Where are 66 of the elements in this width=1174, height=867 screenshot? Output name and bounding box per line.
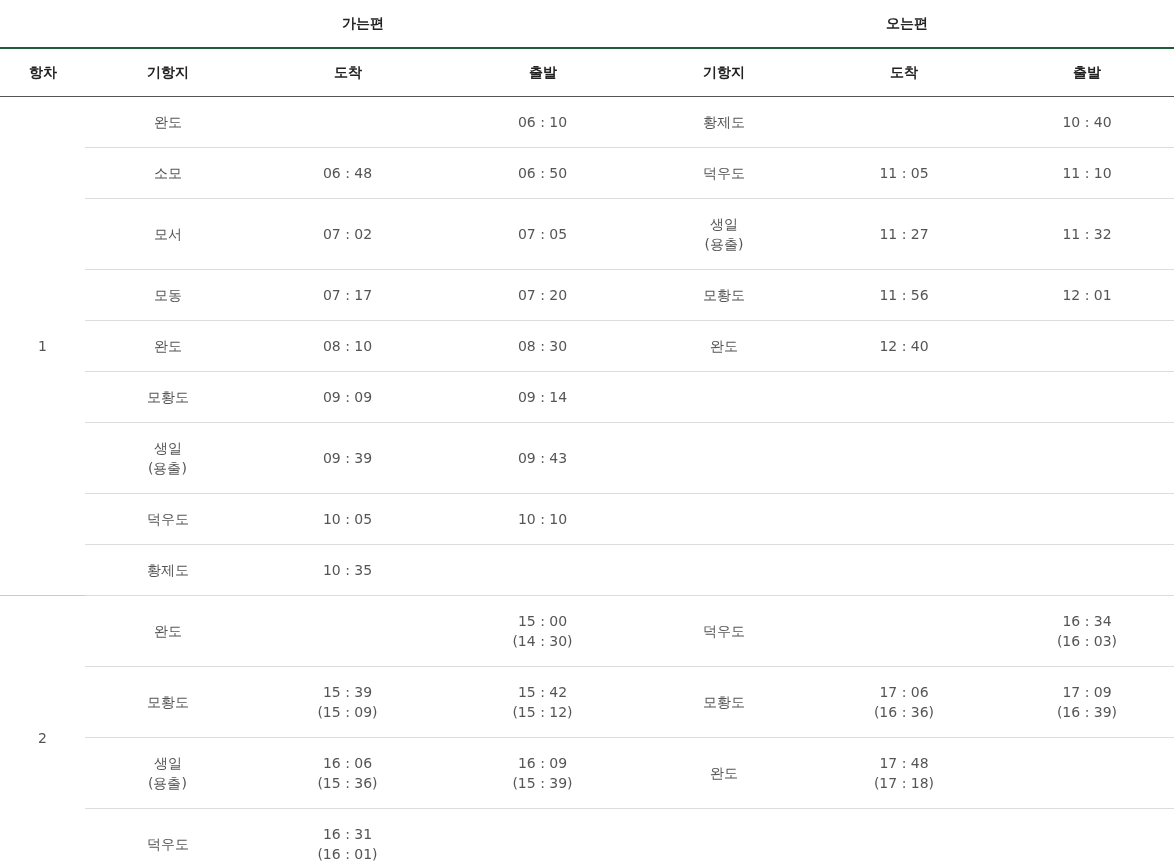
column-header: 기항지 [85,48,250,97]
column-header: 출발 [1000,48,1174,97]
time-text: 07 : 17 [322,287,373,303]
port-name: 덕우도 [703,165,745,181]
time-text: 16 : 31 (16 : 01) [317,826,378,862]
time-text: 06 : 50 [517,165,568,181]
port-name: 모서 [153,226,182,242]
time-text: 06 : 48 [322,165,373,181]
time-text: 15 : 42 (15 : 12) [512,684,573,720]
group-header: 오는편 [640,0,1174,48]
time-text: 11 : 32 [1062,226,1112,242]
time-text: 16 : 34 (16 : 03) [1056,613,1118,649]
port-name: 모황도 [146,389,189,405]
voyage-number: 1 [38,338,47,354]
time-text: 17 : 48 (17 : 18) [873,755,935,791]
port-name: 덕우도 [146,511,189,527]
time-text: 16 : 06 (15 : 36) [317,755,378,791]
port-name: 모황도 [703,694,745,710]
time-text: 07 : 20 [517,287,568,303]
time-text: 15 : 39 (15 : 09) [317,684,378,720]
time-text: 07 : 05 [517,226,568,242]
time-text: 10 : 35 [322,562,373,578]
port-name: 완도 [153,623,182,639]
column-header: 출발 [445,48,640,97]
time-text: 08 : 30 [517,338,568,354]
time-text: 17 : 09 (16 : 39) [1056,684,1118,720]
time-text: 12 : 01 [1062,287,1112,303]
time-text: 07 : 02 [322,226,373,242]
port-name: 생일 (용출) [148,440,187,476]
time-text: 10 : 10 [517,511,568,527]
time-text: 09 : 14 [517,389,568,405]
column-header: 도착 [808,48,1000,97]
port-name: 덕우도 [703,623,745,639]
time-text: 09 : 43 [517,450,568,466]
time-text: 16 : 09 (15 : 39) [512,755,573,791]
port-name: 모황도 [703,287,745,303]
time-text: 15 : 00 (14 : 30) [512,613,573,649]
time-text: 11 : 27 [879,226,929,242]
time-text: 10 : 05 [322,511,373,527]
port-name: 완도 [710,338,738,354]
time-text: 11 : 56 [879,287,929,303]
port-name: 모황도 [146,694,189,710]
time-text: 12 : 40 [879,338,929,354]
time-text: 10 : 40 [1062,114,1112,130]
port-name: 소모 [153,165,182,181]
time-text: 11 : 05 [879,165,929,181]
column-header: 항차 [0,48,85,97]
port-name: 생일 (용출) [704,216,744,252]
column-header: 도착 [250,48,445,97]
port-name: 덕우도 [146,836,189,852]
time-text: 17 : 06 (16 : 36) [873,684,935,720]
port-name: 완도 [153,114,182,130]
group-header: 가는편 [85,0,640,48]
port-name: 생일 (용출) [148,755,187,791]
port-name: 완도 [710,765,738,781]
time-text: 06 : 10 [517,114,568,130]
time-text: 11 : 10 [1062,165,1112,181]
column-header: 기항지 [640,48,808,97]
port-name: 황제도 [703,114,745,130]
port-name: 모동 [153,287,182,303]
port-name: 완도 [153,338,182,354]
time-text: 09 : 39 [322,450,373,466]
port-name: 황제도 [146,562,189,578]
time-text: 09 : 09 [322,389,373,405]
voyage-number: 2 [38,729,47,746]
time-text: 08 : 10 [322,338,373,354]
